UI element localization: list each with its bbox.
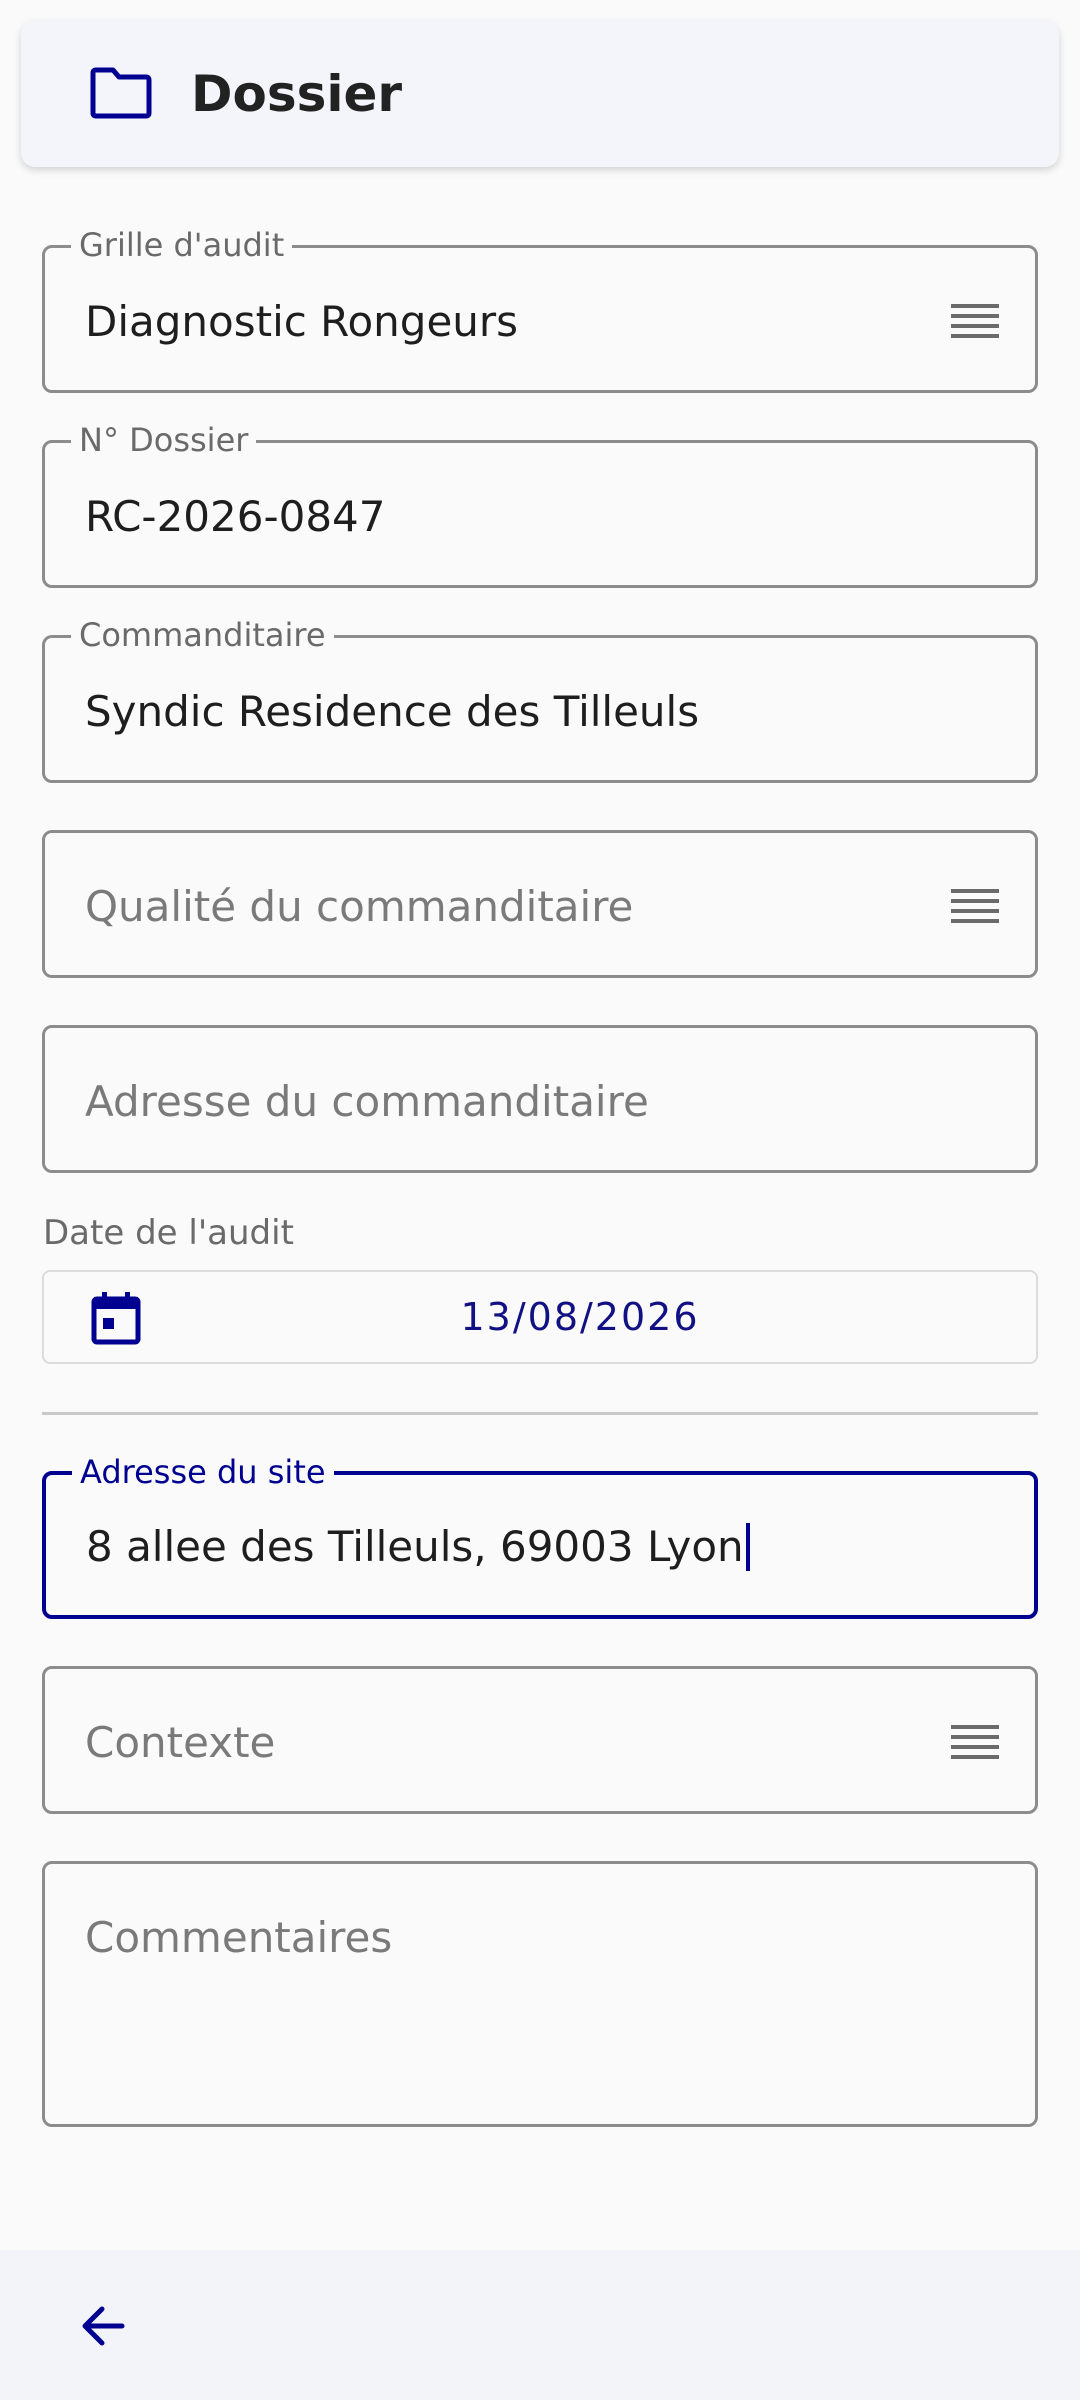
adresse-site-field[interactable]: Adresse du site 8 allee des Tilleuls, 69… xyxy=(42,1455,1038,1619)
bottom-nav-bar xyxy=(0,2250,1080,2400)
audit-grid-label: Grille d'audit xyxy=(71,228,293,262)
audit-grid-value: Diagnostic Rongeurs xyxy=(85,297,519,346)
qualite-commanditaire-select[interactable]: Qualité du commanditaire xyxy=(42,830,1038,978)
commanditaire-label: Commanditaire xyxy=(71,618,334,652)
qualite-placeholder: Qualité du commanditaire xyxy=(85,882,634,931)
contexte-placeholder: Contexte xyxy=(85,1718,276,1767)
adresse-commanditaire-field[interactable]: Adresse du commanditaire xyxy=(42,1025,1038,1173)
contexte-select[interactable]: Contexte xyxy=(42,1666,1038,1814)
adresse-site-input[interactable]: 8 allee des Tilleuls, 69003 Lyon xyxy=(86,1522,1004,1572)
section-divider xyxy=(42,1412,1038,1415)
list-menu-icon[interactable] xyxy=(951,304,999,340)
list-menu-icon[interactable] xyxy=(951,889,999,925)
adresse-site-value: 8 allee des Tilleuls, 69003 Lyon xyxy=(86,1522,744,1571)
dossier-number-label: N° Dossier xyxy=(71,423,257,457)
commanditaire-value: Syndic Residence des Tilleuls xyxy=(85,687,700,736)
adresse-site-label: Adresse du site xyxy=(72,1455,334,1489)
app-header: Dossier xyxy=(21,21,1059,167)
dossier-number-value: RC-2026-0847 xyxy=(85,492,386,541)
audit-date-picker[interactable]: 13/08/2026 xyxy=(42,1270,1038,1364)
text-cursor xyxy=(745,1522,750,1571)
arrow-left-icon[interactable] xyxy=(76,2298,132,2354)
list-menu-icon[interactable] xyxy=(951,1725,999,1761)
audit-grid-select[interactable]: Grille d'audit Diagnostic Rongeurs xyxy=(42,228,1038,393)
adresse-commanditaire-placeholder: Adresse du commanditaire xyxy=(85,1077,649,1126)
commentaires-textarea[interactable]: Commentaires xyxy=(42,1861,1038,2127)
audit-date-label: Date de l'audit xyxy=(43,1213,294,1253)
commanditaire-field[interactable]: Commanditaire Syndic Residence des Tille… xyxy=(42,618,1038,783)
page-title: Dossier xyxy=(191,65,403,123)
folder-icon xyxy=(90,67,152,119)
dossier-number-field[interactable]: N° Dossier RC-2026-0847 xyxy=(42,423,1038,588)
audit-date-value: 13/08/2026 xyxy=(460,1295,700,1339)
commentaires-placeholder: Commentaires xyxy=(85,1913,393,1962)
